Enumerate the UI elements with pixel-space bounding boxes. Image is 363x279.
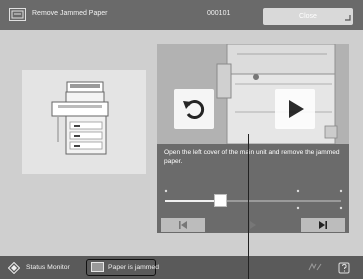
close-button-label: Close (299, 13, 317, 20)
play-icon (250, 221, 256, 229)
status-monitor-label: Status Monitor (26, 264, 70, 271)
remove-jammed-paper-screen: Remove Jammed Paper 000101 Close Open th… (0, 0, 363, 279)
paper-jam-status[interactable]: Paper is jammed (86, 259, 159, 276)
printer-jam-icon (9, 8, 26, 21)
energy-saver-icon[interactable] (308, 262, 322, 272)
status-monitor-button[interactable]: Status Monitor (4, 259, 84, 276)
skip-to-start-icon (179, 221, 187, 229)
page-title: Remove Jammed Paper (32, 10, 108, 17)
printer-machine-icon (51, 81, 109, 155)
close-button[interactable]: Close (263, 8, 353, 25)
paper-jam-label: Paper is jammed (108, 263, 159, 271)
corner-arrow-icon (345, 15, 351, 21)
video-panel: Open the left cover of the main unit and… (157, 44, 349, 233)
main-panel: Open the left cover of the main unit and… (0, 30, 363, 256)
skip-to-end-icon (319, 221, 327, 229)
skip-to-start-button[interactable] (161, 218, 205, 232)
status-bar: Status Monitor Paper is jammed (0, 256, 363, 279)
machine-diagram (22, 70, 146, 174)
step-markers (164, 189, 343, 210)
video-progress-fill (165, 200, 221, 202)
job-id: 000101 (207, 10, 231, 17)
paper-jam-icon (91, 262, 104, 272)
callout-line (248, 134, 249, 279)
play-pause-button[interactable] (206, 218, 300, 232)
status-monitor-icon (8, 262, 20, 274)
skip-to-end-button[interactable] (301, 218, 345, 232)
help-icon[interactable] (338, 261, 351, 274)
video-progress-slider[interactable] (165, 194, 341, 207)
title-bar: Remove Jammed Paper 000101 Close (0, 0, 363, 30)
slider-thumb[interactable] (214, 194, 227, 207)
